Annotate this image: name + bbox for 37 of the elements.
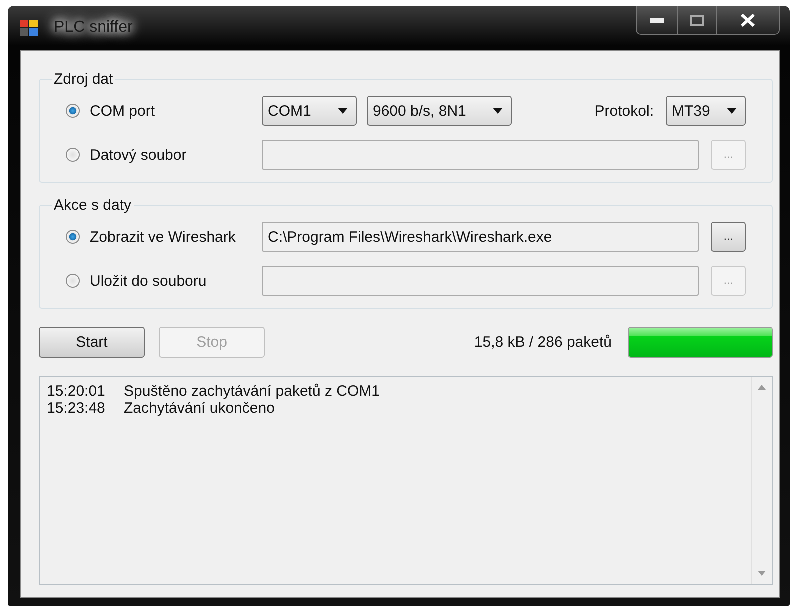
path-field[interactable]: [262, 266, 699, 296]
speed-dropdown[interactable]: 9600 b/s, 8N1: [367, 96, 512, 126]
scroll-up-icon: [758, 385, 766, 390]
radio-label[interactable]: Uložit do souboru: [90, 272, 207, 290]
action-button[interactable]: Start: [39, 327, 145, 358]
radio-label[interactable]: Datový soubor: [90, 146, 187, 164]
capture-status: 15,8 kB / 286 paketů: [474, 334, 612, 351]
log-message: Zachytávání ukončeno: [124, 400, 275, 417]
close-button[interactable]: [716, 6, 779, 34]
path-field[interactable]: [262, 140, 699, 170]
browse-button[interactable]: ...: [711, 222, 746, 252]
radio-button[interactable]: [66, 230, 80, 244]
port-dropdown[interactable]: COM1: [262, 96, 357, 126]
caret-icon: [338, 108, 348, 114]
radio-label[interactable]: Zobrazit ve Wireshark: [90, 228, 236, 246]
group-title: Zdroj dat: [53, 71, 114, 88]
path-field[interactable]: C:\Program Files\Wireshark\Wireshark.exe: [262, 222, 699, 252]
caret-icon: [727, 108, 737, 114]
radio-label[interactable]: COM port: [90, 102, 156, 120]
close-icon: [741, 14, 755, 26]
radio-button[interactable]: [66, 148, 80, 162]
maximize-icon: [690, 14, 704, 26]
radio-button[interactable]: [66, 104, 80, 118]
log-message: Spuštěno zachytávání paketů z COM1: [124, 383, 380, 400]
log-time: 15:23:48: [47, 400, 106, 417]
log-time: 15:20:01: [47, 383, 106, 400]
window-title: PLC sniffer: [48, 17, 139, 39]
group-title: Akce s daty: [53, 197, 133, 214]
minimize-button[interactable]: [637, 6, 677, 34]
scroll-down-icon: [758, 571, 766, 576]
minimize-icon: [650, 18, 664, 22]
caret-icon: [493, 108, 503, 114]
protocol-label: Protokol:: [594, 102, 654, 120]
protocol-dropdown[interactable]: MT39: [666, 96, 746, 126]
radio-button[interactable]: [66, 274, 80, 288]
app-icon: [20, 20, 38, 36]
maximize-button[interactable]: [677, 6, 716, 34]
